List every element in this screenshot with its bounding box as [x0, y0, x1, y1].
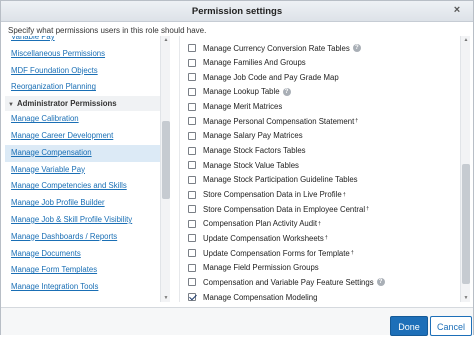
dagger-mark: † — [342, 191, 346, 198]
permission-row: Manage Merit Matrices — [188, 100, 282, 114]
permission-label: Update Compensation Worksheets — [203, 233, 324, 243]
right-scrollbar[interactable]: ▲ ▼ — [460, 36, 470, 302]
permission-label: Manage Merit Matrices — [203, 102, 283, 112]
category-item-miscellaneous-permissions[interactable]: Miscellaneous Permissions — [5, 46, 161, 63]
permission-checkbox[interactable] — [188, 263, 196, 272]
permission-label: Manage Stock Factors Tables — [203, 146, 306, 156]
category-item-manage-variable-pay[interactable]: Manage Variable Pay — [5, 162, 161, 179]
done-button[interactable]: Done — [390, 316, 428, 336]
permission-row: Manage Families And Groups — [188, 56, 306, 70]
permission-options-panel: Manage Currency Conversion Rate Tables? M… — [179, 36, 471, 302]
permission-label: Compensation and Variable Pay Feature Se… — [203, 277, 374, 287]
permission-row: Manage Compensation Modeling — [188, 290, 317, 302]
permission-checkbox[interactable] — [188, 117, 196, 126]
left-scrollbar[interactable]: ▲ ▼ — [160, 36, 170, 302]
permission-category-list: Variable Pay Miscellaneous Permissions MDF… — [5, 36, 171, 302]
permission-checkbox[interactable] — [188, 87, 196, 96]
permission-checkbox[interactable] — [188, 58, 196, 67]
category-item-manage-form-templates[interactable]: Manage Form Templates — [5, 262, 161, 279]
category-item-manage-dashboards-reports[interactable]: Manage Dashboards / Reports — [5, 229, 161, 246]
permission-row: Compensation and Variable Pay Feature Se… — [188, 275, 385, 289]
permission-checkbox[interactable] — [188, 175, 196, 184]
permission-label: Manage Salary Pay Matrices — [203, 131, 303, 141]
category-item-mdf-foundation-objects[interactable]: MDF Foundation Objects — [5, 63, 161, 80]
permission-row: Manage Stock Value Tables — [188, 158, 299, 172]
permission-row: Update Compensation Worksheets † — [188, 231, 328, 245]
permission-label: Manage Personal Compensation Statement — [203, 116, 355, 126]
permission-label: Manage Stock Value Tables — [203, 160, 299, 170]
permission-checkbox[interactable] — [188, 161, 196, 170]
permission-row: Manage Stock Factors Tables — [188, 144, 306, 158]
dagger-mark: † — [355, 118, 359, 125]
category-item-manage-documents[interactable]: Manage Documents — [5, 246, 161, 263]
category-list: Variable Pay Miscellaneous Permissions MDF… — [5, 36, 161, 296]
category-item-manage-job-skill-profile-visibility[interactable]: Manage Job & Skill Profile Visibility — [5, 212, 161, 229]
scroll-up-icon[interactable]: ▲ — [461, 36, 471, 44]
scroll-down-icon[interactable]: ▼ — [161, 294, 171, 302]
dialog-footer: Done Cancel — [1, 307, 473, 336]
category-item-manage-compensation[interactable]: Manage Compensation — [5, 144, 161, 162]
permission-checkbox[interactable] — [188, 249, 196, 258]
permission-label: Compensation Plan Activity Audit — [203, 219, 317, 229]
permission-label: Store Compensation Data in Employee Cent… — [203, 204, 366, 214]
permission-label: Manage Currency Conversion Rate Tables — [203, 43, 350, 53]
instruction-text: Specify what permissions users in this r… — [8, 26, 207, 35]
permission-row: Store Compensation Data in Live Profile † — [188, 188, 346, 202]
category-item-manage-calibration[interactable]: Manage Calibration — [5, 111, 161, 128]
permission-label: Manage Field Permission Groups — [203, 263, 319, 273]
permission-checkbox[interactable] — [188, 131, 196, 140]
category-item-variable-pay[interactable]: Variable Pay — [5, 36, 161, 46]
permission-row: Store Compensation Data in Employee Cent… — [188, 202, 369, 216]
scroll-down-icon[interactable]: ▼ — [461, 294, 471, 302]
permission-row: Manage Field Permission Groups — [188, 261, 319, 275]
permission-label: Manage Job Code and Pay Grade Map — [203, 72, 339, 82]
category-item-manage-job-profile-builder[interactable]: Manage Job Profile Builder — [5, 195, 161, 212]
permission-row: Manage Lookup Table? — [188, 85, 291, 99]
dialog-titlebar: Permission settings × — [1, 1, 473, 22]
help-icon[interactable]: ? — [376, 278, 385, 287]
category-item-reorganization-planning[interactable]: Reorganization Planning — [5, 79, 161, 96]
permission-checkbox[interactable] — [188, 293, 196, 302]
permission-row: Manage Job Code and Pay Grade Map — [188, 70, 339, 84]
permission-checkbox[interactable] — [188, 102, 196, 111]
dialog-title: Permission settings — [191, 6, 283, 17]
dagger-mark: † — [366, 206, 370, 213]
help-icon[interactable]: ? — [352, 44, 361, 52]
dagger-mark: † — [317, 220, 322, 227]
permission-checkbox[interactable] — [188, 234, 196, 243]
permission-row: Compensation Plan Activity Audit † — [188, 217, 321, 231]
category-item-manage-competencies-and-skills[interactable]: Manage Competencies and Skills — [5, 178, 161, 195]
section-header-label: Administrator Permissions — [16, 99, 117, 109]
permission-row: Manage Salary Pay Matrices — [188, 129, 303, 143]
dagger-mark: † — [324, 235, 328, 242]
permission-checkbox[interactable] — [188, 73, 196, 82]
permission-checkbox[interactable] — [188, 219, 196, 228]
permission-row: Update Compensation Forms for Template † — [188, 246, 354, 260]
close-icon[interactable]: × — [450, 4, 464, 18]
permission-checkbox[interactable] — [188, 146, 196, 155]
permission-row: Manage Personal Compensation Statement † — [188, 114, 358, 128]
permission-label: Manage Compensation Modeling — [203, 292, 318, 302]
permission-checkbox[interactable] — [188, 278, 196, 287]
permission-label: Update Compensation Forms for Template — [203, 248, 350, 258]
permission-label: Manage Stock Participation Guideline Tab… — [203, 175, 358, 185]
permission-label: Manage Families And Groups — [203, 58, 306, 68]
cancel-button[interactable]: Cancel — [430, 316, 472, 336]
permission-settings-dialog: Permission settings × Specify what permi… — [0, 0, 474, 336]
permission-checkbox[interactable] — [188, 205, 196, 214]
scroll-up-icon[interactable]: ▲ — [161, 36, 171, 44]
help-icon[interactable]: ? — [282, 87, 291, 96]
permission-row: Manage Stock Participation Guideline Tab… — [188, 173, 358, 187]
category-item-manage-career-development[interactable]: Manage Career Development — [5, 128, 161, 145]
section-header-administrator-permissions[interactable]: ▼ Administrator Permissions — [5, 96, 161, 112]
left-scrollbar-thumb[interactable] — [162, 121, 170, 199]
permission-row: Manage Currency Conversion Rate Tables? — [188, 41, 361, 55]
permission-checkbox[interactable] — [188, 44, 196, 52]
permission-checkbox[interactable] — [188, 190, 196, 199]
category-item-manage-integration-tools[interactable]: Manage Integration Tools — [5, 279, 161, 296]
permission-label: Store Compensation Data in Live Profile — [203, 190, 342, 199]
right-scrollbar-thumb[interactable] — [462, 164, 470, 284]
permission-label: Manage Lookup Table — [203, 87, 280, 97]
dagger-mark: † — [350, 250, 354, 257]
